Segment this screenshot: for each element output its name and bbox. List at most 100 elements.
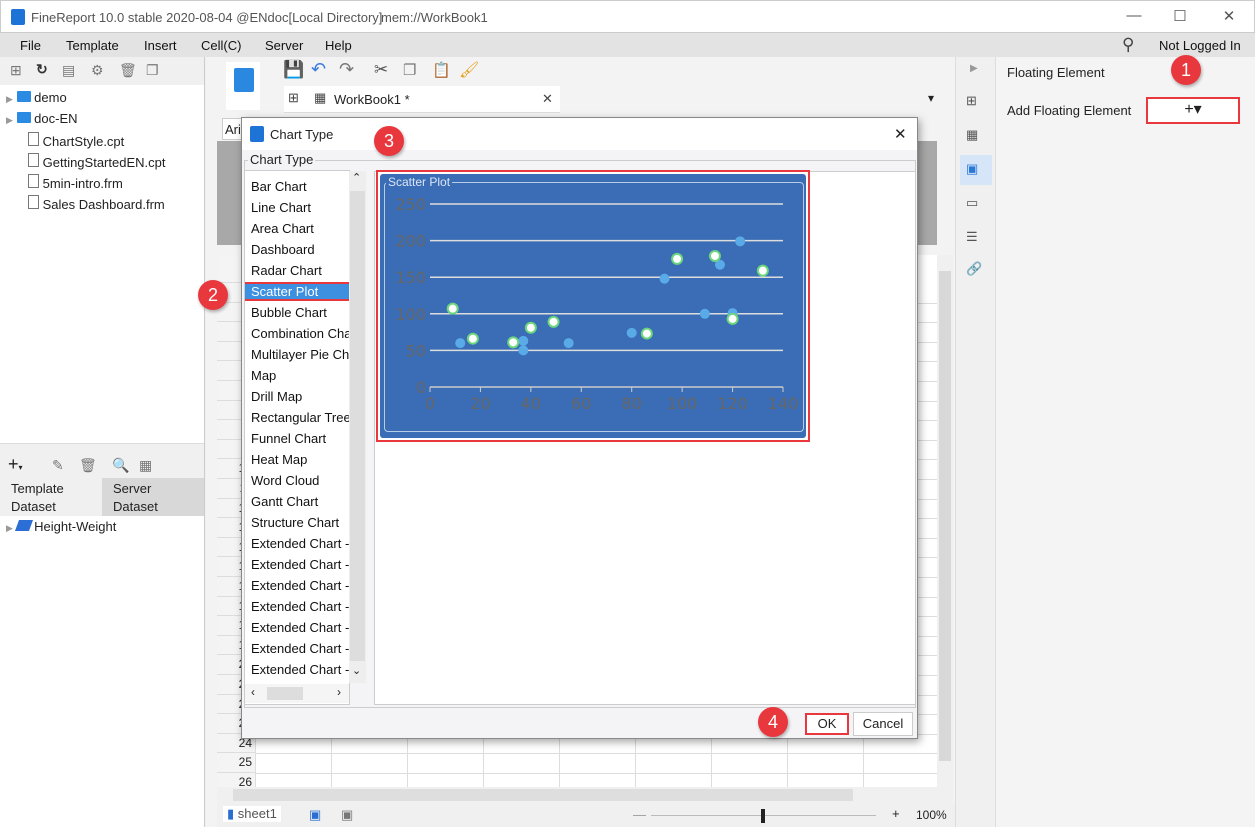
dataset-item-height-weight[interactable]: ▶ Height-Weight bbox=[6, 519, 116, 534]
preview-icon[interactable]: 🔍 bbox=[112, 457, 129, 474]
refresh-icon[interactable]: ↻ bbox=[36, 61, 48, 78]
close-button[interactable]: ✕ bbox=[1219, 7, 1239, 27]
tab-close-icon[interactable]: ✕ bbox=[542, 91, 553, 107]
menu-template[interactable]: Template bbox=[66, 38, 119, 53]
chart-type-item[interactable]: Extended Chart - bbox=[251, 536, 349, 551]
tab-server-dataset[interactable]: Server Dataset bbox=[102, 478, 204, 516]
horizontal-scrollbar[interactable] bbox=[217, 787, 953, 803]
workbook-tab[interactable]: ⊞ ▦ WorkBook1 * ✕ bbox=[284, 86, 560, 113]
folder-icon bbox=[16, 112, 31, 123]
menu-server[interactable]: Server bbox=[265, 38, 303, 53]
list-horizontal-scrollbar[interactable]: ‹ › bbox=[245, 684, 349, 703]
delete-icon[interactable]: 🗑 bbox=[119, 62, 137, 79]
add-sheet-icon[interactable]: ⊞ bbox=[288, 90, 299, 106]
tree-item-demo[interactable]: ▶ demo bbox=[6, 90, 206, 110]
delete-icon[interactable]: 🗑 bbox=[79, 457, 97, 474]
x-tick-label: 80 bbox=[622, 394, 642, 413]
minimize-button[interactable]: — bbox=[1124, 7, 1144, 27]
hyperlink-icon[interactable]: 🔗 bbox=[966, 261, 982, 277]
chart-type-item[interactable]: Funnel Chart bbox=[251, 431, 326, 446]
chart-type-item[interactable]: Dashboard bbox=[251, 242, 315, 257]
chart-type-item[interactable]: Scatter Plot bbox=[245, 282, 349, 301]
list-vertical-scrollbar[interactable]: ⌃ ⌄ bbox=[349, 171, 366, 683]
chart-type-item[interactable]: Gantt Chart bbox=[251, 494, 318, 509]
chart-type-item[interactable]: Area Chart bbox=[251, 221, 314, 236]
tree-item-chartstyle[interactable]: ChartStyle.cpt bbox=[28, 132, 124, 152]
zoom-slider-handle[interactable] bbox=[761, 809, 765, 823]
add-floating-element-button[interactable]: +▾ bbox=[1146, 97, 1240, 124]
chart-type-item[interactable]: Bubble Chart bbox=[251, 305, 327, 320]
chart-type-list[interactable]: Column Chart Bar Chart Line Chart Area Char… bbox=[244, 170, 350, 705]
sheet-tab[interactable]: ▮ sheet1 bbox=[223, 806, 281, 822]
template-type-button[interactable] bbox=[226, 62, 260, 110]
chart-type-item[interactable]: Radar Chart bbox=[251, 263, 322, 278]
tree-item-5min-intro[interactable]: 5min-intro.frm bbox=[28, 174, 123, 194]
format-painter-icon[interactable]: 🖌 bbox=[459, 60, 479, 80]
paste-icon[interactable]: 📋 bbox=[432, 61, 451, 79]
row-header[interactable]: 25 bbox=[217, 753, 255, 773]
chart-type-item[interactable]: Combination Chart bbox=[251, 326, 349, 341]
chart-type-item[interactable]: Extended Chart - bbox=[251, 599, 349, 614]
undo-icon[interactable]: ↶ bbox=[311, 59, 326, 80]
add-sheet-icon[interactable]: ▣ bbox=[309, 807, 321, 823]
zoom-in-icon[interactable]: + bbox=[892, 806, 900, 821]
vertical-scrollbar[interactable] bbox=[937, 255, 953, 787]
open-icon[interactable]: ▤ bbox=[62, 62, 75, 79]
cell-style-icon[interactable]: ▦ bbox=[966, 127, 978, 143]
cell-attribute-icon[interactable]: ⊞ bbox=[966, 93, 977, 109]
chart-type-item[interactable]: Extended Chart - bbox=[251, 641, 349, 656]
add-form-sheet-icon[interactable]: ▣ bbox=[341, 807, 353, 823]
chart-type-item[interactable]: Word Cloud bbox=[251, 473, 319, 488]
edit-icon[interactable]: ✎ bbox=[52, 457, 64, 474]
copy-icon[interactable]: ❐ bbox=[403, 61, 416, 79]
menu-insert[interactable]: Insert bbox=[144, 38, 177, 53]
redo-icon[interactable]: ↷ bbox=[339, 59, 354, 80]
condition-icon[interactable]: ☰ bbox=[966, 229, 978, 245]
widget-icon[interactable]: ▭ bbox=[966, 195, 978, 211]
tree-item-doc-en[interactable]: ▶ doc-EN bbox=[6, 111, 206, 131]
copy-icon[interactable]: ❐ bbox=[146, 62, 159, 79]
chart-type-item[interactable]: Line Chart bbox=[251, 200, 311, 215]
add-dataset-icon[interactable]: +▾ bbox=[8, 454, 23, 475]
maximize-button[interactable]: ☐ bbox=[1170, 7, 1190, 27]
tab-template-dataset[interactable]: Template Dataset bbox=[0, 478, 102, 516]
cancel-button[interactable]: Cancel bbox=[853, 712, 913, 736]
dataset-toolbar: +▾ ✎ 🗑 🔍 ▦ bbox=[0, 453, 204, 478]
chart-type-item[interactable]: Map bbox=[251, 368, 276, 383]
zoom-out-icon[interactable]: — bbox=[633, 807, 646, 822]
menu-cell[interactable]: Cell(C) bbox=[201, 38, 241, 53]
new-folder-icon[interactable]: ⊞ bbox=[10, 62, 22, 79]
dropdown-icon[interactable]: ▾ bbox=[928, 91, 934, 105]
floating-element-icon[interactable]: ▣ bbox=[960, 155, 992, 185]
chart-type-item[interactable]: Drill Map bbox=[251, 389, 302, 404]
chart-type-item[interactable]: Column Chart bbox=[251, 171, 331, 173]
collapse-icon[interactable]: ▶ bbox=[970, 63, 978, 74]
settings-icon[interactable]: ⚙ bbox=[91, 62, 104, 79]
chart-type-item[interactable]: Bar Chart bbox=[251, 179, 307, 194]
chart-type-item[interactable]: Extended Chart - bbox=[251, 578, 349, 593]
row-header[interactable]: 26 bbox=[217, 773, 255, 787]
chart-type-item[interactable]: Heat Map bbox=[251, 452, 307, 467]
panel-splitter[interactable] bbox=[0, 443, 204, 453]
data-point bbox=[708, 249, 721, 262]
menu-file[interactable]: File bbox=[20, 38, 41, 53]
file-icon bbox=[28, 174, 39, 188]
chart-type-item[interactable]: Extended Chart - bbox=[251, 620, 349, 635]
ok-button[interactable]: OK bbox=[805, 713, 849, 735]
chart-type-item[interactable]: Structure Chart bbox=[251, 515, 339, 530]
dialog-close-button[interactable]: ✕ bbox=[894, 125, 907, 143]
login-status[interactable]: Not Logged In bbox=[1159, 38, 1241, 53]
chart-type-item[interactable]: Extended Chart - bbox=[251, 557, 349, 572]
chart-type-item[interactable]: Extended Chart - bbox=[251, 662, 349, 677]
data-point bbox=[671, 252, 684, 265]
scatter-plot-option[interactable]: Scatter Plot 0 50 100 150 200 250 0 20 40 60 80 100… bbox=[376, 170, 810, 442]
save-icon[interactable]: 💾 bbox=[283, 60, 304, 80]
server-dataset-icon[interactable]: ▦ bbox=[139, 457, 152, 474]
tree-item-sales-dashboard[interactable]: Sales Dashboard.frm bbox=[28, 195, 165, 215]
chart-type-item[interactable]: Rectangular Tree bbox=[251, 410, 349, 425]
tree-item-gettingstarted[interactable]: GettingStartedEN.cpt bbox=[28, 153, 165, 173]
menu-help[interactable]: Help bbox=[325, 38, 352, 53]
search-icon[interactable]: ⚲ bbox=[1122, 35, 1134, 55]
chart-type-item[interactable]: Multilayer Pie Chart bbox=[251, 347, 349, 362]
cut-icon[interactable]: ✂ bbox=[374, 60, 388, 80]
